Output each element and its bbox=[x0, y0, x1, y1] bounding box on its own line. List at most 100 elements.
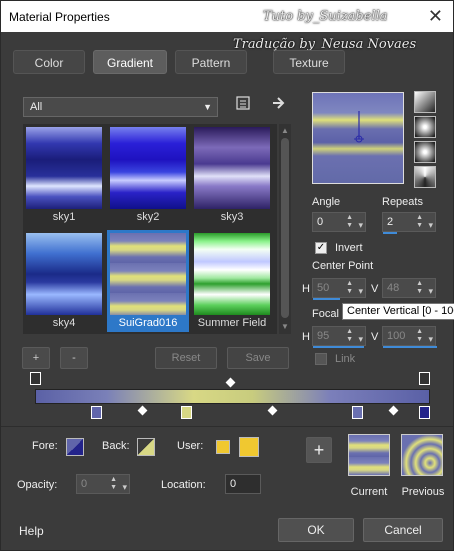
center-h-label: H bbox=[302, 283, 310, 295]
previous-label: Previous bbox=[401, 486, 445, 498]
location-field[interactable]: 0 bbox=[225, 474, 261, 494]
center-v-label: V bbox=[371, 283, 379, 295]
gradient-item[interactable]: sky1 bbox=[23, 124, 105, 226]
chevron-down-icon[interactable]: ▾ bbox=[358, 216, 363, 234]
angle-label: Angle bbox=[312, 196, 341, 208]
gradient-ramp[interactable] bbox=[35, 389, 430, 404]
color-stop[interactable] bbox=[352, 406, 363, 419]
chevron-down-icon[interactable]: ▾ bbox=[428, 282, 433, 300]
gradient-preview[interactable] bbox=[312, 92, 404, 184]
focal-v-value: 100 bbox=[387, 330, 406, 342]
fore-color-swatch[interactable] bbox=[66, 438, 84, 456]
repeats-spinner[interactable]: 2 ▲ ▼ ▾ bbox=[382, 212, 436, 234]
rectangular-style-button[interactable] bbox=[414, 116, 436, 138]
gradient-item[interactable]: Summer Field bbox=[191, 230, 273, 332]
spin-arrows-icon[interactable]: ▲ ▼ bbox=[110, 476, 117, 492]
color-stop[interactable] bbox=[91, 406, 102, 419]
category-value: All bbox=[30, 101, 43, 113]
linear-style-button[interactable] bbox=[414, 91, 436, 113]
tab-color[interactable]: Color bbox=[13, 50, 85, 74]
gradient-item[interactable]: sky2 bbox=[107, 124, 189, 226]
fore-label: Fore: bbox=[32, 440, 58, 452]
cancel-button[interactable]: Cancel bbox=[363, 518, 443, 542]
current-label: Current bbox=[350, 486, 388, 498]
gradient-name: Summer Field bbox=[197, 317, 267, 329]
opacity-stop-start[interactable] bbox=[30, 372, 41, 385]
chevron-down-icon[interactable]: ▾ bbox=[358, 282, 363, 300]
color-midpoint[interactable] bbox=[388, 405, 399, 416]
gradient-item[interactable]: sky3 bbox=[191, 124, 273, 226]
remove-gradient-button[interactable]: - bbox=[60, 347, 88, 369]
opacity-stop-end[interactable] bbox=[419, 372, 430, 385]
focal-h-spinner[interactable]: 95 ▲ ▼ ▾ bbox=[312, 326, 366, 348]
color-stop[interactable] bbox=[419, 406, 430, 419]
gradient-swatch bbox=[26, 127, 102, 209]
focal-label: Focal bbox=[312, 308, 339, 320]
scroll-down-icon[interactable]: ▼ bbox=[281, 322, 289, 331]
category-select[interactable]: All ▼ bbox=[23, 97, 218, 117]
previous-swatch[interactable] bbox=[401, 434, 443, 476]
user-label: User: bbox=[177, 440, 204, 452]
center-v-value: 48 bbox=[387, 282, 400, 294]
gradient-name: SuiGrad016 bbox=[118, 317, 178, 329]
user-color-small-swatch[interactable] bbox=[216, 440, 230, 454]
spin-arrows-icon[interactable]: ▲ ▼ bbox=[416, 280, 423, 296]
material-properties-dialog: Material Properties ✕ Tuto by_Suizabella… bbox=[0, 0, 454, 551]
chevron-down-icon: ▼ bbox=[203, 102, 212, 112]
back-color-swatch[interactable] bbox=[137, 438, 155, 456]
opacity-spinner[interactable]: 0 ▲ ▼ ▾ bbox=[76, 474, 130, 494]
user-color-swatch[interactable] bbox=[239, 437, 259, 457]
library-icon[interactable] bbox=[235, 95, 251, 114]
color-midpoint[interactable] bbox=[137, 405, 148, 416]
focal-v-spinner[interactable]: 100 ▲ ▼ ▾ bbox=[382, 326, 437, 348]
tab-texture[interactable]: Texture bbox=[273, 50, 345, 74]
spin-arrows-icon[interactable]: ▲ ▼ bbox=[346, 328, 353, 344]
gradient-swatch bbox=[110, 233, 186, 315]
color-midpoint[interactable] bbox=[267, 405, 278, 416]
gradient-name: sky2 bbox=[136, 211, 160, 223]
current-swatch[interactable] bbox=[348, 434, 390, 476]
chevron-down-icon[interactable]: ▾ bbox=[428, 216, 433, 234]
link-checkbox[interactable] bbox=[315, 353, 327, 365]
spin-arrows-icon[interactable]: ▲ ▼ bbox=[346, 280, 353, 296]
spin-arrows-icon[interactable]: ▲ ▼ bbox=[416, 214, 423, 230]
help-link[interactable]: Help bbox=[19, 524, 44, 538]
tab-pattern[interactable]: Pattern bbox=[175, 50, 247, 74]
scroll-up-icon[interactable]: ▲ bbox=[281, 126, 289, 135]
gradient-item-selected[interactable]: SuiGrad016 bbox=[107, 230, 189, 332]
tab-gradient[interactable]: Gradient bbox=[93, 50, 167, 74]
arrow-right-icon[interactable] bbox=[271, 95, 287, 114]
save-button[interactable]: Save bbox=[227, 347, 289, 369]
angle-spinner[interactable]: 0 ▲ ▼ ▾ bbox=[312, 212, 366, 232]
gradient-list-scrollbar[interactable]: ▲ ▼ bbox=[279, 124, 291, 334]
focal-h-value: 95 bbox=[317, 330, 330, 342]
close-icon[interactable]: ✕ bbox=[428, 6, 443, 27]
gradient-name: sky1 bbox=[52, 211, 76, 223]
angle-handle[interactable] bbox=[313, 93, 405, 185]
invert-checkbox[interactable]: ✓ bbox=[315, 242, 327, 254]
ok-button[interactable]: OK bbox=[278, 518, 354, 542]
radial-style-button[interactable] bbox=[414, 166, 436, 188]
focal-v-label: V bbox=[371, 331, 379, 343]
add-gradient-button[interactable]: + bbox=[22, 347, 50, 369]
chevron-down-icon[interactable]: ▾ bbox=[122, 478, 127, 496]
opacity-value: 0 bbox=[81, 478, 88, 490]
center-h-value: 50 bbox=[317, 282, 330, 294]
spin-arrows-icon[interactable]: ▲ ▼ bbox=[346, 214, 353, 230]
opacity-midpoint[interactable] bbox=[225, 377, 236, 388]
spin-arrows-icon[interactable]: ▲ ▼ bbox=[416, 328, 423, 344]
center-h-slider-fill bbox=[313, 298, 340, 300]
scroll-thumb[interactable] bbox=[281, 138, 289, 318]
gradient-list: sky1 sky2 sky3 sky4 SuiGrad016 Summer Fi… bbox=[23, 124, 277, 334]
gradient-item[interactable]: sky4 bbox=[23, 230, 105, 332]
repeats-value: 2 bbox=[387, 216, 394, 228]
color-stop[interactable] bbox=[181, 406, 192, 419]
reset-button[interactable]: Reset bbox=[155, 347, 217, 369]
gradient-swatch bbox=[110, 127, 186, 209]
center-v-spinner[interactable]: 48 ▲ ▼ ▾ bbox=[382, 278, 436, 298]
gradient-name: sky4 bbox=[52, 317, 76, 329]
link-label: Link bbox=[335, 353, 356, 365]
add-swatch-button[interactable]: + bbox=[306, 437, 332, 463]
sunburst-style-button[interactable] bbox=[414, 141, 436, 163]
center-h-spinner[interactable]: 50 ▲ ▼ ▾ bbox=[312, 278, 366, 300]
